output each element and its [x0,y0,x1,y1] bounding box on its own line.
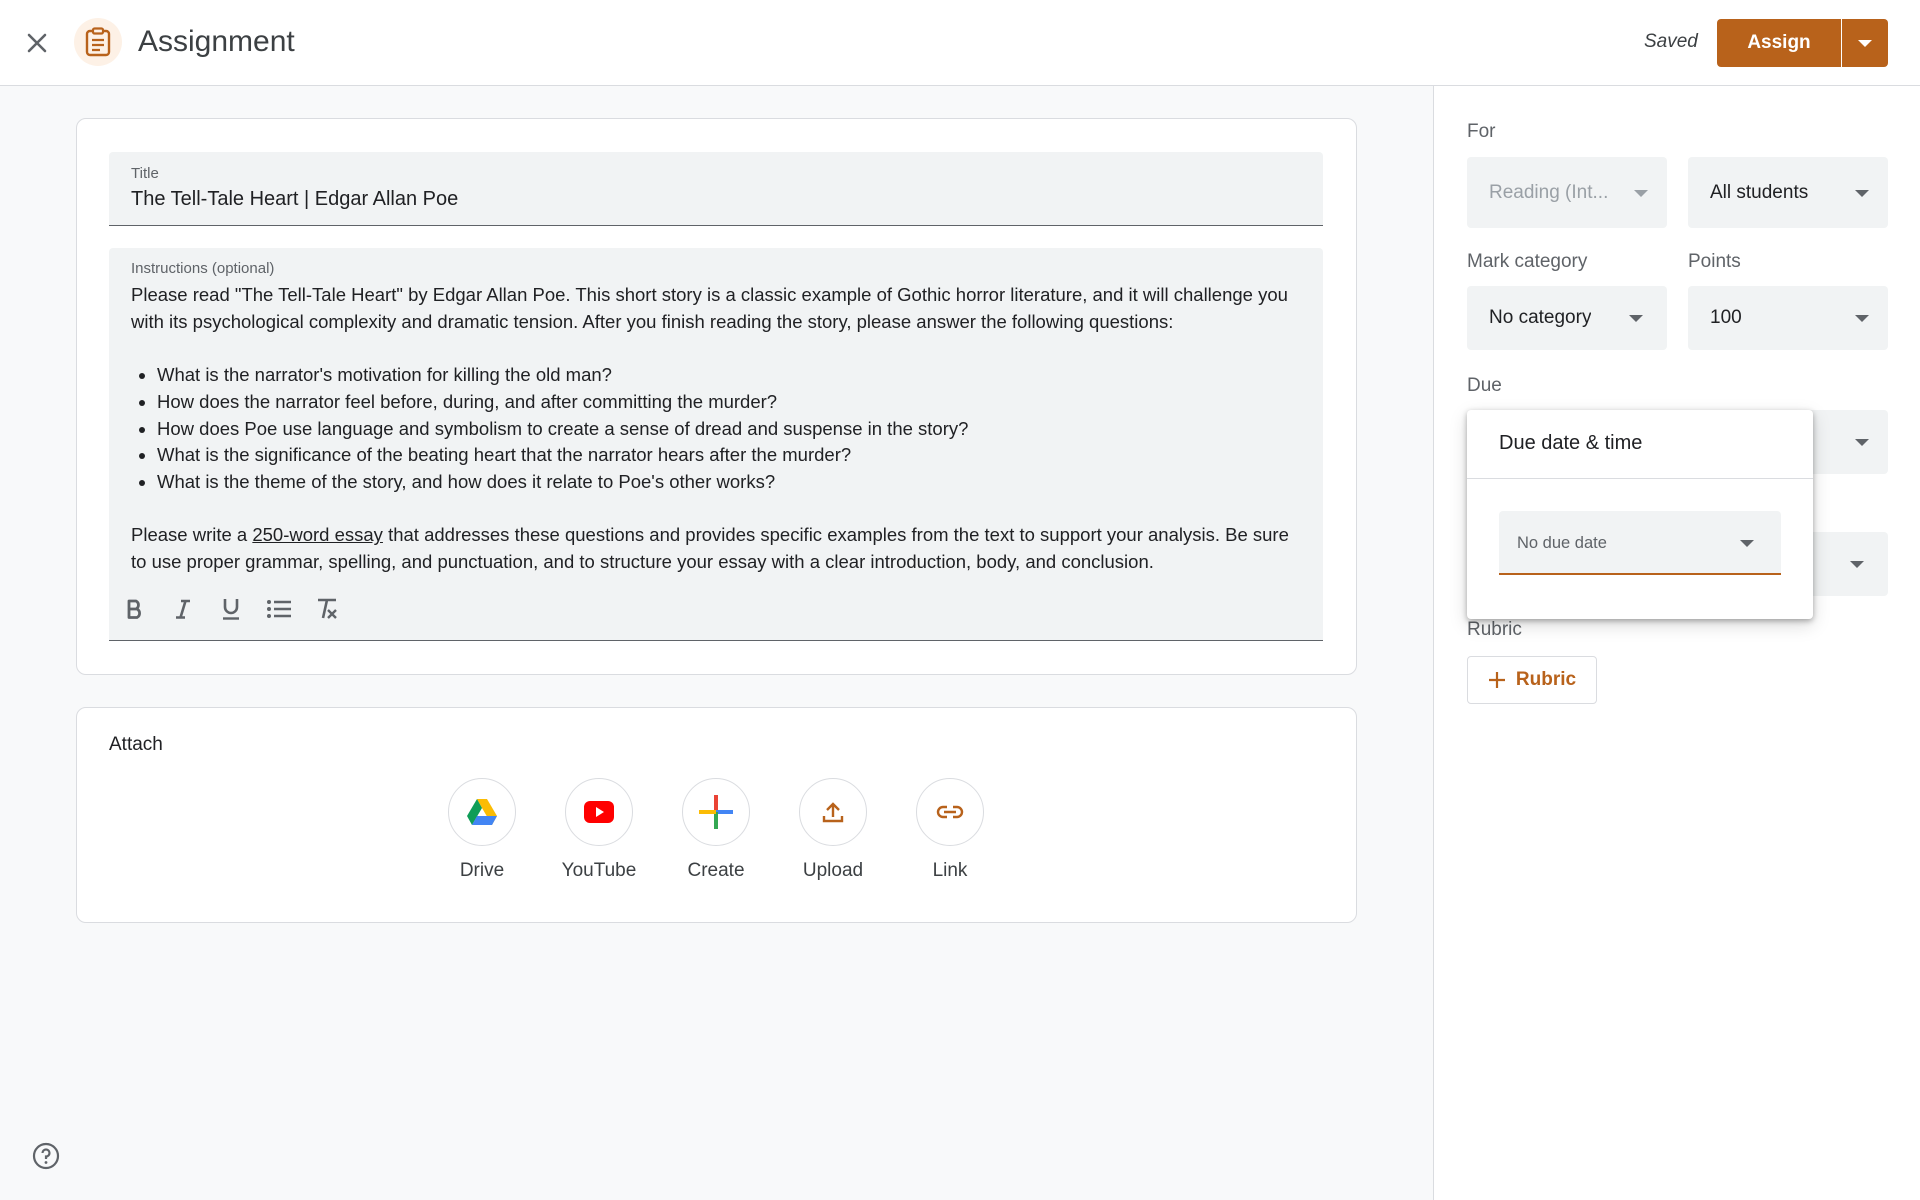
list-item: What is the theme of the story, and how … [157,469,1306,496]
due-date-select[interactable]: No due date [1499,511,1781,575]
drive-icon [467,799,497,825]
closing-text-start: Please write a [131,524,253,546]
rubric-label: Rubric [1467,619,1522,640]
rubric-button-label: Rubric [1515,669,1577,690]
caret-down-icon [1629,315,1643,322]
list-item: What is the significance of the beating … [157,442,1306,469]
mark-category-value: No category [1489,307,1592,328]
close-icon [27,33,47,53]
create-icon-circle [682,778,750,846]
underline-icon [223,599,239,620]
youtube-icon [584,801,614,823]
caret-down-icon [1855,439,1869,446]
attach-drive-label: Drive [459,860,505,881]
create-icon [699,795,733,829]
essay-link[interactable]: 250-word essay [252,524,383,545]
due-date-popover: Due date & time No due date [1467,410,1813,619]
instructions-label: Instructions (optional) [131,260,275,277]
caret-down-icon [1855,315,1869,322]
clear-formatting-button[interactable] [311,593,343,625]
students-select[interactable]: All students [1688,157,1888,228]
caret-down-icon [1855,190,1869,197]
list-item: How does Poe use language and symbolism … [157,416,1306,443]
caret-down-icon [1740,540,1754,547]
title-field[interactable]: Title The Tell-Tale Heart | Edgar Allan … [109,152,1323,226]
attach-upload-button[interactable]: Upload [773,778,893,882]
list-item: What is the narrator's motivation for ki… [157,362,1306,389]
attach-youtube-button[interactable]: YouTube [539,778,659,882]
bold-button[interactable] [119,593,151,625]
save-status: Saved [1644,31,1698,52]
upload-icon-circle [799,778,867,846]
assignment-details-card: Title The Tell-Tale Heart | Edgar Allan … [76,118,1357,675]
title-input[interactable]: The Tell-Tale Heart | Edgar Allan Poe [131,188,458,211]
caret-down-icon [1634,190,1648,197]
close-button[interactable] [17,23,57,63]
attach-drive-button[interactable]: Drive [422,778,542,882]
page-title: Assignment [138,25,295,58]
assign-options-button[interactable] [1842,19,1888,67]
caret-down-icon [1858,39,1872,47]
points-select[interactable]: 100 [1688,286,1888,350]
divider [1467,478,1813,479]
mark-category-select[interactable]: No category [1467,286,1667,350]
bulleted-list-button[interactable] [263,593,295,625]
points-label: Points [1688,251,1741,272]
format-toolbar [119,593,343,625]
due-label: Due [1467,375,1502,396]
mark-category-label: Mark category [1467,251,1588,272]
drive-icon-circle [448,778,516,846]
attach-link-button[interactable]: Link [890,778,1010,882]
title-label: Title [131,165,159,182]
link-icon [936,805,964,819]
settings-panel: For Reading (Int... All students Mark ca… [1433,86,1920,1200]
help-icon [32,1142,60,1170]
assignment-icon [74,18,122,66]
attach-create-button[interactable]: Create [656,778,776,882]
assign-button[interactable]: Assign [1717,19,1841,67]
class-select-value: Reading (Int... [1489,182,1609,203]
attach-create-label: Create [687,860,745,881]
for-label: For [1467,121,1496,142]
bold-icon [127,599,141,619]
instructions-field[interactable]: Instructions (optional) Please read "The… [109,248,1323,641]
caret-down-icon [1850,561,1864,568]
due-date-select-value: No due date [1517,534,1607,552]
italic-icon [176,599,190,619]
instructions-text[interactable]: Please read "The Tell-Tale Heart" by Edg… [131,282,1306,576]
bulleted-list-icon [267,600,291,618]
attach-label: Attach [109,734,163,755]
italic-button[interactable] [167,593,199,625]
class-select[interactable]: Reading (Int... [1467,157,1667,228]
students-select-value: All students [1710,182,1809,203]
questions-list: What is the narrator's motivation for ki… [157,362,1306,496]
youtube-icon-circle [565,778,633,846]
attach-link-label: Link [932,860,968,881]
help-button[interactable] [30,1140,62,1172]
app-header: Assignment Saved Assign [0,0,1920,86]
link-icon-circle [916,778,984,846]
points-value: 100 [1710,307,1742,328]
attach-youtube-label: YouTube [561,860,637,881]
underline-button[interactable] [215,593,247,625]
plus-icon [1488,672,1505,688]
list-item: How does the narrator feel before, durin… [157,389,1306,416]
add-rubric-button[interactable]: Rubric [1467,656,1597,704]
clear-formatting-icon [318,598,337,619]
attach-upload-label: Upload [802,860,864,881]
instructions-closing: Please write a 250-word essay that addre… [131,522,1306,575]
popover-title: Due date & time [1499,432,1643,454]
upload-icon [822,802,844,823]
instructions-intro: Please read "The Tell-Tale Heart" by Edg… [131,284,1288,332]
attach-card: Attach Drive YouTube Create Upload Link [76,707,1357,923]
